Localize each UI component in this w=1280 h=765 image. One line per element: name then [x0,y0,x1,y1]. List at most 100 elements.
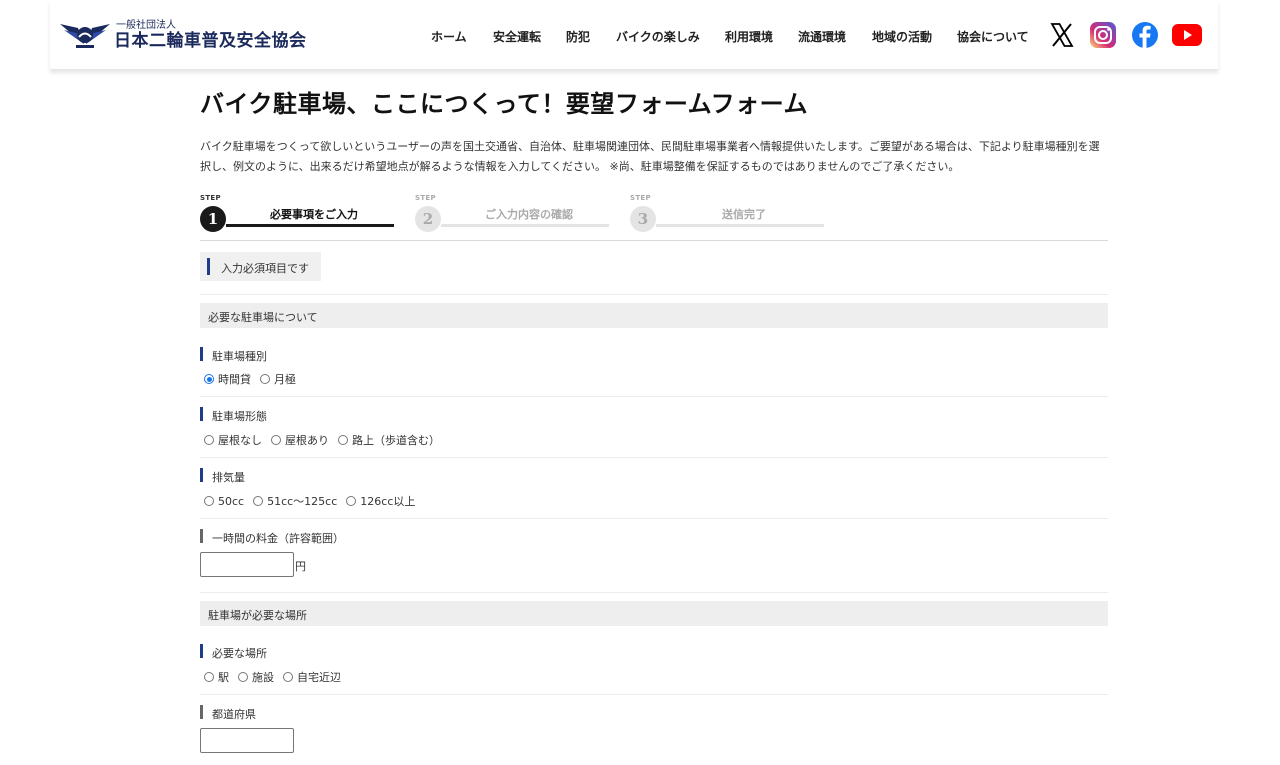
radio-label: 自宅近辺 [297,671,341,684]
radio-button[interactable] [338,435,348,445]
step-1-number: 1 [200,206,226,232]
divider [200,240,1108,241]
intro-line-2: 択し、例文のように、出来るだけ希望地点が解るような情報を入力してください。 ※尚… [200,160,960,173]
displacement-50cc-radio[interactable]: 50cc [204,495,244,508]
radio-button[interactable] [260,374,270,384]
prefecture-label-text: 都道府県 [212,708,256,721]
nav-bike-enjoyment[interactable]: バイクの楽しみ [616,28,700,45]
nav-distribution-environment[interactable]: 流通環境 [798,28,846,45]
location-radio-group: 駅 施設 自宅近辺 [204,669,350,685]
divider [200,396,1108,397]
radio-label: 51cc〜125cc [267,495,338,508]
parking-form-roof-radio[interactable]: 屋根あり [271,432,329,448]
step-1-text: 必要事項をご入力 [270,208,358,221]
radio-button[interactable] [238,672,248,682]
required-marker [200,468,203,482]
instagram-icon[interactable] [1088,20,1118,50]
parking-type-label-text: 駐車場種別 [212,350,267,363]
logo-subtitle: 一般社団法人 [116,19,176,31]
required-notice-text: 入力必須項目です [221,262,309,275]
required-marker [207,258,210,275]
parking-form-street-radio[interactable]: 路上（歩道含む） [338,432,440,448]
logo-title: 日本二輪車普及安全協会 [114,30,307,51]
optional-marker [200,529,203,543]
radio-button-checked[interactable] [204,374,214,384]
nav-safe-driving[interactable]: 安全運転 [493,28,541,45]
site-header: 一般社団法人 日本二輪車普及安全協会 ホーム 安全運転 防犯 バイクの楽しみ 利… [50,0,1218,70]
required-marker [200,644,203,658]
optional-marker [200,705,203,719]
parking-type-hourly-radio[interactable]: 時間貸 [204,371,251,387]
step-2: STEP 2 ご入力内容の確認 [415,192,609,232]
section-title: 必要な駐車場について [208,311,318,324]
intro-line-1: バイク駐車場をつくって欲しいというユーザーの声を国土交通省、自治体、駐車場関連団… [200,140,1100,153]
radio-button[interactable] [346,496,357,506]
nav-about[interactable]: 協会について [957,28,1029,45]
section-header-parking: 必要な駐車場について [200,303,1108,328]
radio-button[interactable] [204,672,214,682]
fee-label-text: 一時間の料金（許容範囲） [212,532,344,545]
required-notice: 入力必須項目です [200,252,321,281]
prefecture-input[interactable] [200,728,294,753]
fee-input[interactable] [200,552,294,577]
nav-regional-activities[interactable]: 地域の活動 [872,28,932,45]
fee-unit: 円 [295,560,306,573]
nav-home[interactable]: ホーム [431,28,467,45]
step-3-number: 3 [630,206,656,232]
radio-button[interactable] [253,496,264,506]
logo-wings-icon [60,24,110,48]
radio-label: 月極 [274,373,296,386]
radio-button[interactable] [204,496,214,506]
divider [200,694,1108,695]
displacement-radio-group: 50cc 51cc〜125cc 126cc以上 [204,493,424,509]
radio-label: 屋根あり [285,434,329,447]
radio-label: 50cc [218,494,245,508]
x-icon[interactable] [1047,20,1077,50]
section-header-location: 駐車場が必要な場所 [200,601,1108,626]
radio-label: 126cc以上 [360,495,416,508]
parking-form-no-roof-radio[interactable]: 屋根なし [204,432,262,448]
divider [200,294,1108,295]
displacement-label-text: 排気量 [212,471,245,484]
location-facility-radio[interactable]: 施設 [238,669,274,685]
step-3: STEP 3 送信完了 [630,192,824,232]
radio-label: 路上（歩道含む） [352,434,440,447]
divider [200,592,1108,593]
radio-button[interactable] [271,435,281,445]
section-title: 駐車場が必要な場所 [208,609,307,622]
step-2-line [441,224,609,227]
step-2-text: ご入力内容の確認 [485,208,573,221]
step-3-label: STEP [630,194,651,202]
step-progress: STEP 1 必要事項をご入力 STEP 2 ご入力内容の確認 STEP 3 送… [200,192,1108,232]
parking-form-label-text: 駐車場形態 [212,410,267,423]
step-2-label: STEP [415,194,436,202]
youtube-icon[interactable] [1172,20,1202,50]
radio-label: 施設 [252,671,274,684]
site-logo[interactable]: 一般社団法人 日本二輪車普及安全協会 [58,18,307,52]
facebook-icon[interactable] [1130,20,1160,50]
parking-type-radio-group: 時間貸 月極 [204,371,305,387]
radio-label: 時間貸 [218,373,251,386]
divider [200,518,1108,519]
location-label-text: 必要な場所 [212,647,267,660]
nav-usage-environment[interactable]: 利用環境 [725,28,773,45]
divider [200,457,1108,458]
parking-type-monthly-radio[interactable]: 月極 [260,371,296,387]
required-marker [200,407,203,421]
radio-button[interactable] [204,435,214,445]
displacement-126cc-radio[interactable]: 126cc以上 [346,493,415,509]
step-2-number: 2 [415,206,441,232]
step-1-label: STEP [200,194,221,202]
radio-label: 駅 [218,671,229,684]
location-home-radio[interactable]: 自宅近辺 [283,669,341,685]
page-title: バイク駐車場、ここにつくって！要望フォームフォーム [200,90,808,118]
required-marker [200,347,203,361]
radio-button[interactable] [283,672,293,682]
nav-crime-prevention[interactable]: 防犯 [566,28,590,45]
step-1-line [226,224,394,227]
main-content: バイク駐車場、ここにつくって！要望フォームフォーム バイク駐車場をつくって欲しい… [200,84,1108,753]
displacement-51-125cc-radio[interactable]: 51cc〜125cc [253,493,337,509]
location-station-radio[interactable]: 駅 [204,669,229,685]
intro-text: バイク駐車場をつくって欲しいというユーザーの声を国土交通省、自治体、駐車場関連団… [200,137,1108,177]
step-3-line [656,224,824,227]
